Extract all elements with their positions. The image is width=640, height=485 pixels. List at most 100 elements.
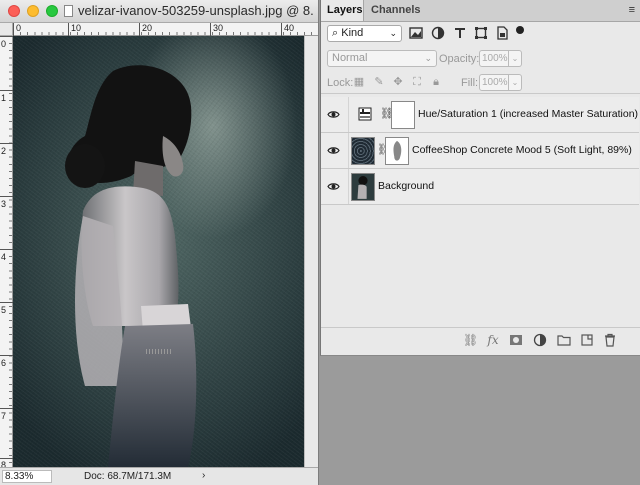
layer-row-coffeeshop-texture[interactable]: ⛓ CoffeeShop Concrete Mood 5 (Soft Light…: [321, 133, 639, 169]
zoom-window-button[interactable]: [46, 5, 58, 17]
chevron-down-icon: ⌄: [424, 53, 432, 63]
visibility-eye-icon[interactable]: [327, 108, 340, 121]
lock-label: Lock:: [327, 77, 354, 89]
link-layers-icon[interactable]: ⛓: [463, 333, 478, 347]
blend-mode-row: Normal ⌄ Opacity: 100% ⌄: [321, 48, 640, 70]
trash-icon[interactable]: [603, 333, 617, 347]
lock-row: Lock: ▦ ✎ ✥ ⛶ 🔒︎ Fill: 100% ⌄: [321, 72, 640, 94]
blend-mode-select[interactable]: Normal ⌄: [327, 50, 437, 67]
fill-label: Fill:: [461, 77, 479, 89]
layer-row-hue-saturation[interactable]: ⛓ Hue/Saturation 1 (increased Master Sat…: [321, 97, 639, 133]
ruler-major-tick: [210, 23, 211, 36]
layers-panel-footer: ⛓ fx: [321, 327, 640, 353]
shape-filter-icon[interactable]: [474, 26, 488, 40]
image-filter-icon[interactable]: [409, 26, 423, 40]
document-size-info: Doc: 68.7M/171.3M: [84, 471, 172, 482]
ruler-origin[interactable]: [0, 23, 13, 36]
adjustment-layer-icon[interactable]: [533, 333, 547, 347]
blend-mode-value: Normal: [332, 52, 368, 64]
adjustment-filter-icon[interactable]: [431, 26, 445, 40]
ruler-label: 7: [1, 411, 7, 421]
layer-name[interactable]: CoffeeShop Concrete Mood 5 (Soft Light, …: [412, 144, 632, 156]
opacity-dropdown-button[interactable]: ⌄: [509, 50, 522, 67]
layer-mask-thumbnail[interactable]: [391, 101, 415, 129]
vertical-scrollbar[interactable]: [304, 36, 318, 467]
zoom-level-field[interactable]: 8.33%: [2, 470, 52, 483]
ruler-label: 0: [16, 23, 22, 33]
woman-portrait-photo: [65, 65, 197, 467]
close-window-button[interactable]: [8, 5, 20, 17]
ruler-major-tick: [0, 249, 13, 250]
lock-image-pixels-icon[interactable]: ✎: [373, 76, 385, 88]
ruler-major-tick: [139, 23, 140, 36]
fill-field[interactable]: 100%: [479, 74, 509, 91]
type-filter-icon[interactable]: [453, 26, 467, 40]
ruler-label: 30: [213, 23, 224, 33]
ruler-label: 5: [1, 305, 7, 315]
panel-menu-icon[interactable]: ≡: [629, 4, 635, 16]
ruler-label: 4: [1, 252, 7, 262]
layer-row-background[interactable]: Background: [321, 169, 639, 205]
image-canvas[interactable]: [13, 36, 304, 467]
group-folder-icon[interactable]: [557, 333, 571, 347]
tab-channels[interactable]: Channels: [365, 0, 427, 21]
search-icon: ⌕: [332, 27, 339, 39]
mask-icon[interactable]: [509, 333, 523, 347]
smart-object-filter-icon[interactable]: [495, 26, 509, 40]
ruler-major-tick: [0, 90, 13, 91]
layer-mask-thumbnail[interactable]: [385, 137, 409, 165]
ruler-major-tick: [0, 36, 13, 37]
minimize-window-button[interactable]: [27, 5, 39, 17]
layer-name[interactable]: Hue/Saturation 1 (increased Master Satur…: [418, 108, 638, 120]
layer-name[interactable]: Background: [378, 180, 434, 192]
hue-saturation-adjustment-icon[interactable]: [358, 107, 372, 121]
tab-layers[interactable]: Layers: [321, 0, 364, 21]
ruler-major-tick: [13, 23, 14, 36]
new-layer-icon[interactable]: [580, 333, 594, 347]
visibility-eye-icon[interactable]: [327, 144, 340, 157]
ruler-major-tick: [0, 143, 13, 144]
texture-layer-thumbnail[interactable]: [351, 137, 375, 165]
ruler-label: 10: [71, 23, 82, 33]
opacity-field[interactable]: 100%: [479, 50, 509, 67]
ruler-label: 3: [1, 199, 7, 209]
layers-panel: Layers Channels ≡ ⌕ Kind ⌄ Normal ⌄ Opac…: [320, 0, 640, 356]
visibility-eye-icon[interactable]: [327, 180, 340, 193]
column-divider: [348, 169, 349, 204]
filter-kind-select[interactable]: ⌕ Kind ⌄: [327, 25, 402, 42]
ruler-major-tick: [68, 23, 69, 36]
fx-icon[interactable]: fx: [486, 333, 500, 347]
horizontal-ruler[interactable]: 0 10 20 30 40: [13, 23, 318, 36]
ruler-label: 2: [1, 146, 7, 156]
layer-filter-row: ⌕ Kind ⌄: [321, 22, 640, 46]
document-status-bar: 8.33% Doc: 68.7M/171.3M ›: [0, 467, 318, 485]
ruler-major-tick: [281, 23, 282, 36]
ruler-label: 40: [284, 23, 295, 33]
ruler-label: 0: [1, 39, 7, 49]
lock-artboard-icon[interactable]: ⛶: [411, 76, 423, 88]
lock-position-icon[interactable]: ✥: [392, 76, 404, 88]
lock-transparent-pixels-icon[interactable]: ▦: [353, 76, 365, 88]
lock-all-icon[interactable]: 🔒︎: [430, 76, 442, 88]
background-layer-thumbnail[interactable]: [351, 173, 375, 201]
opacity-label: Opacity:: [439, 53, 480, 65]
fill-dropdown-button[interactable]: ⌄: [509, 74, 522, 91]
ruler-label: 20: [142, 23, 153, 33]
document-title: velizar-ivanov-503259-unsplash.jpg @ 8.3…: [78, 3, 314, 18]
document-titlebar[interactable]: velizar-ivanov-503259-unsplash.jpg @ 8.3…: [0, 0, 318, 23]
ruler-major-tick: [0, 302, 13, 303]
mask-link-icon[interactable]: ⛓: [380, 108, 394, 121]
document-window: velizar-ivanov-503259-unsplash.jpg @ 8.3…: [0, 0, 319, 485]
column-divider: [348, 97, 349, 132]
mask-link-icon[interactable]: ⛓: [377, 144, 391, 157]
ruler-label: 1: [1, 93, 7, 103]
status-menu-arrow[interactable]: ›: [202, 470, 205, 481]
ruler-major-tick: [0, 458, 13, 459]
ruler-major-tick: [0, 408, 13, 409]
filter-kind-label: Kind: [341, 27, 364, 39]
column-divider: [348, 133, 349, 168]
ruler-major-tick: [0, 355, 13, 356]
filter-toggle-switch[interactable]: [516, 26, 524, 34]
vertical-ruler[interactable]: 0 1 2 3 4 5 6 7 8: [0, 36, 13, 470]
panel-resize-grip[interactable]: [146, 349, 172, 354]
